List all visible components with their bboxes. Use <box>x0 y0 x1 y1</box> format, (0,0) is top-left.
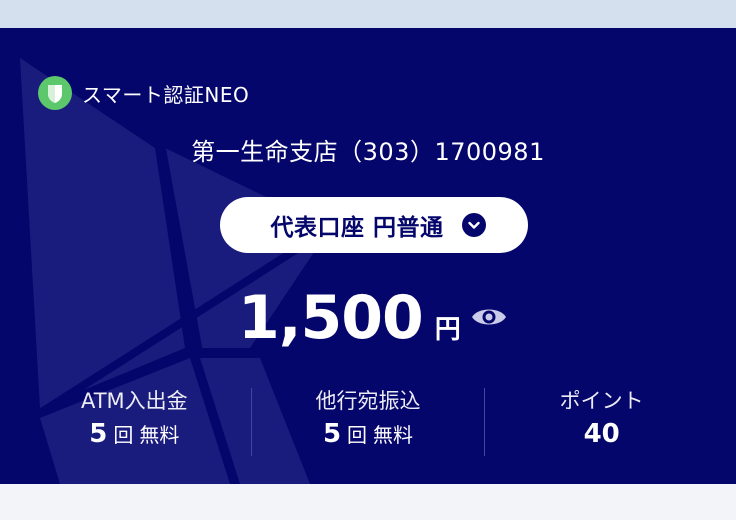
app-name: スマート認証NEO <box>82 82 250 107</box>
stat-unit: 回 <box>113 423 134 447</box>
usage-stats: ATM入出金 5 回無料 他行宛振込 5 回無料 ポイント 40 <box>18 386 718 456</box>
stat-unit: 回 <box>347 423 368 447</box>
stat-atm: ATM入出金 5 回無料 <box>18 386 251 456</box>
bottom-band <box>0 484 736 520</box>
stat-label: ATM入出金 <box>80 389 188 413</box>
stat-label: 他行宛振込 <box>315 389 421 413</box>
shield-icon <box>38 76 72 110</box>
chevron-down-icon <box>461 213 486 237</box>
balance-amount: 1,500 <box>238 283 424 353</box>
account-selector-label: 代表口座 円普通 <box>270 215 444 241</box>
stat-note: 無料 <box>139 423 180 447</box>
eye-icon[interactable] <box>470 302 508 332</box>
balance-display: 1,500 円 <box>238 283 461 363</box>
stat-transfer: 他行宛振込 5 回無料 <box>252 386 485 456</box>
top-band <box>0 0 736 28</box>
account-selector-button[interactable]: 代表口座 円普通 <box>220 197 528 253</box>
stat-label: ポイント <box>559 389 644 413</box>
stat-value: 5 回無料 <box>252 416 485 455</box>
stat-count: 5 <box>89 419 108 449</box>
account-card: スマート認証NEO 第一生命支店（303）1700981 代表口座 円普通 1,… <box>0 28 736 484</box>
stat-points: ポイント 40 <box>485 386 718 456</box>
stat-note: 無料 <box>373 423 414 447</box>
brand-header: スマート認証NEO <box>38 76 249 110</box>
balance-currency: 円 <box>434 315 461 345</box>
branch-account-number: 第一生命支店（303）1700981 <box>191 138 545 166</box>
stat-value: 5 回無料 <box>18 416 251 455</box>
stat-value: 40 <box>485 416 718 455</box>
stat-count: 5 <box>322 419 342 449</box>
stat-count: 40 <box>583 419 620 449</box>
